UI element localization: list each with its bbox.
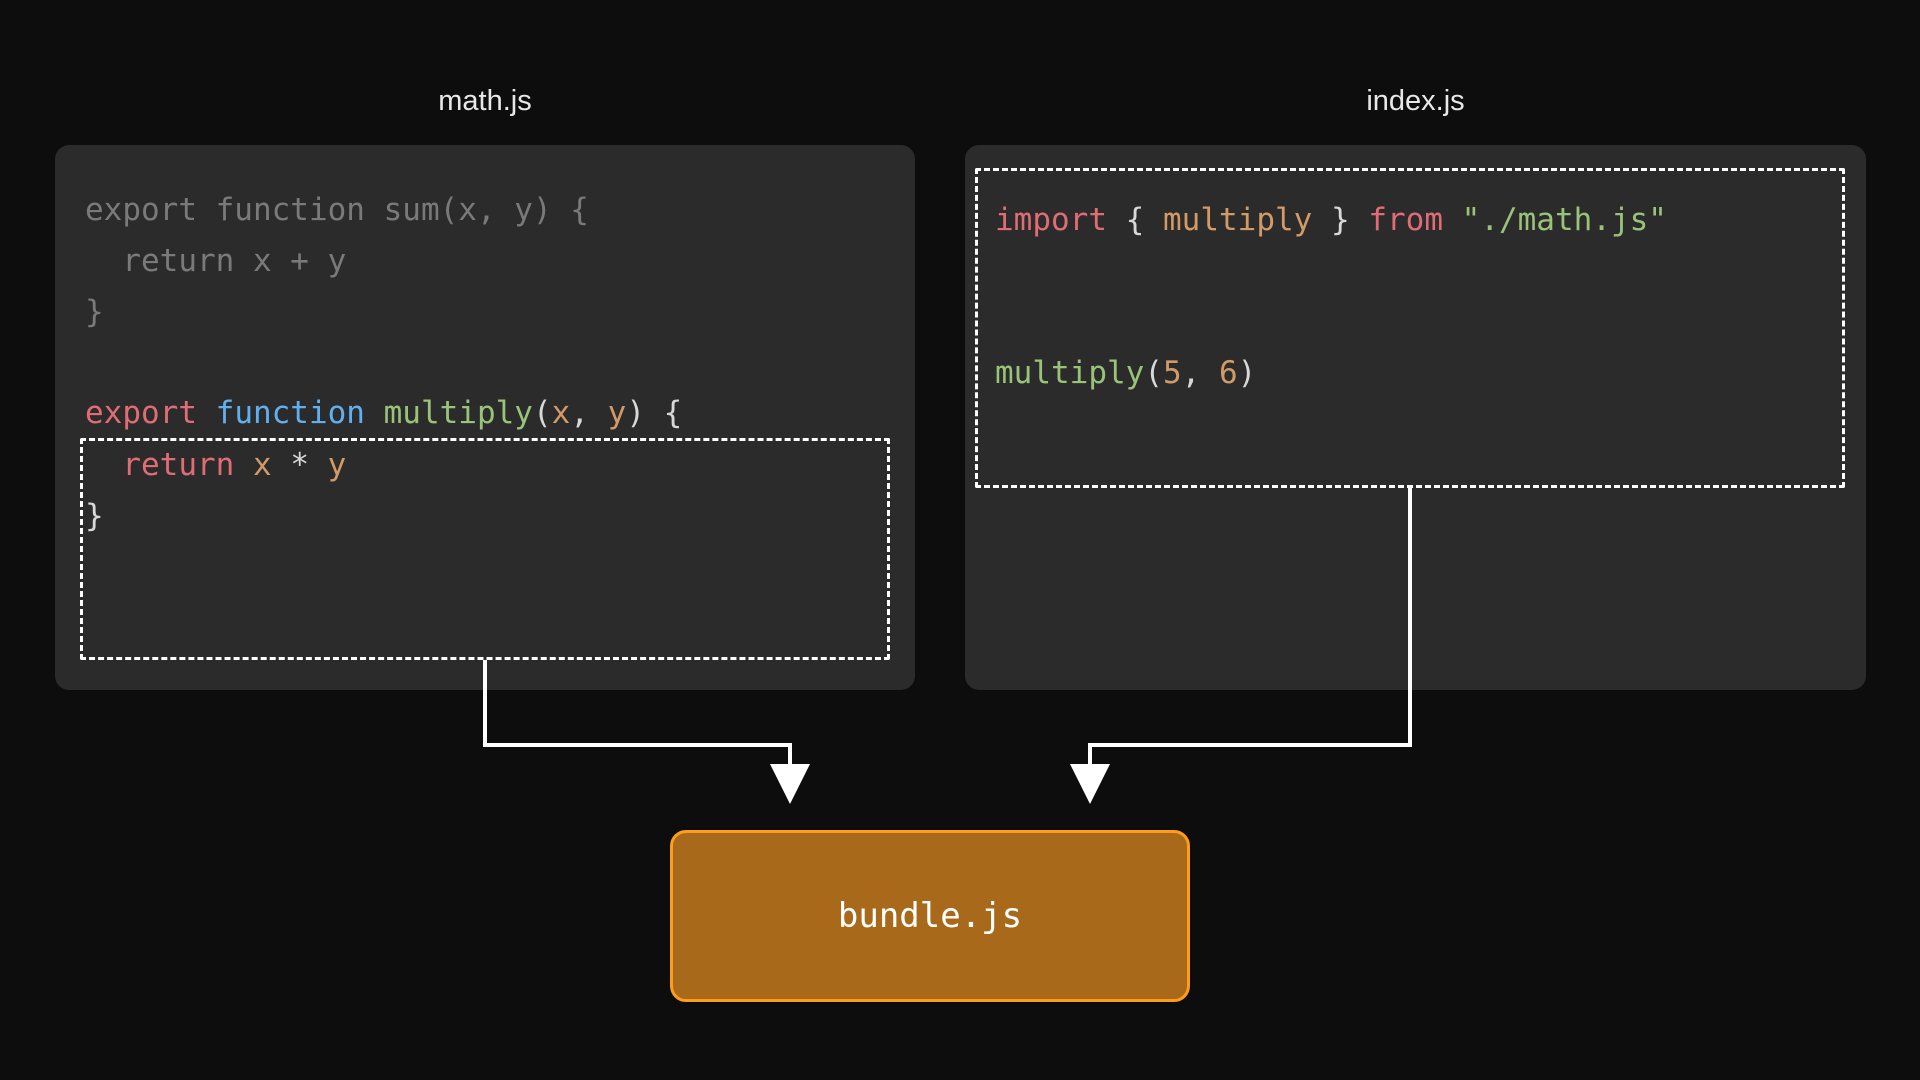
math-js-sum-block: export function sum(x, y) { return x + y…: [85, 185, 885, 338]
index-highlight-box: [975, 168, 1845, 488]
math-multiply-highlight-box: [80, 438, 890, 660]
bundle-label: bundle.js: [838, 896, 1022, 936]
right-file-label: index.js: [965, 85, 1866, 118]
bundle-box: bundle.js: [670, 830, 1190, 1002]
left-file-label: math.js: [55, 85, 915, 118]
diagram-canvas: math.js index.js export function sum(x, …: [0, 0, 1920, 1080]
